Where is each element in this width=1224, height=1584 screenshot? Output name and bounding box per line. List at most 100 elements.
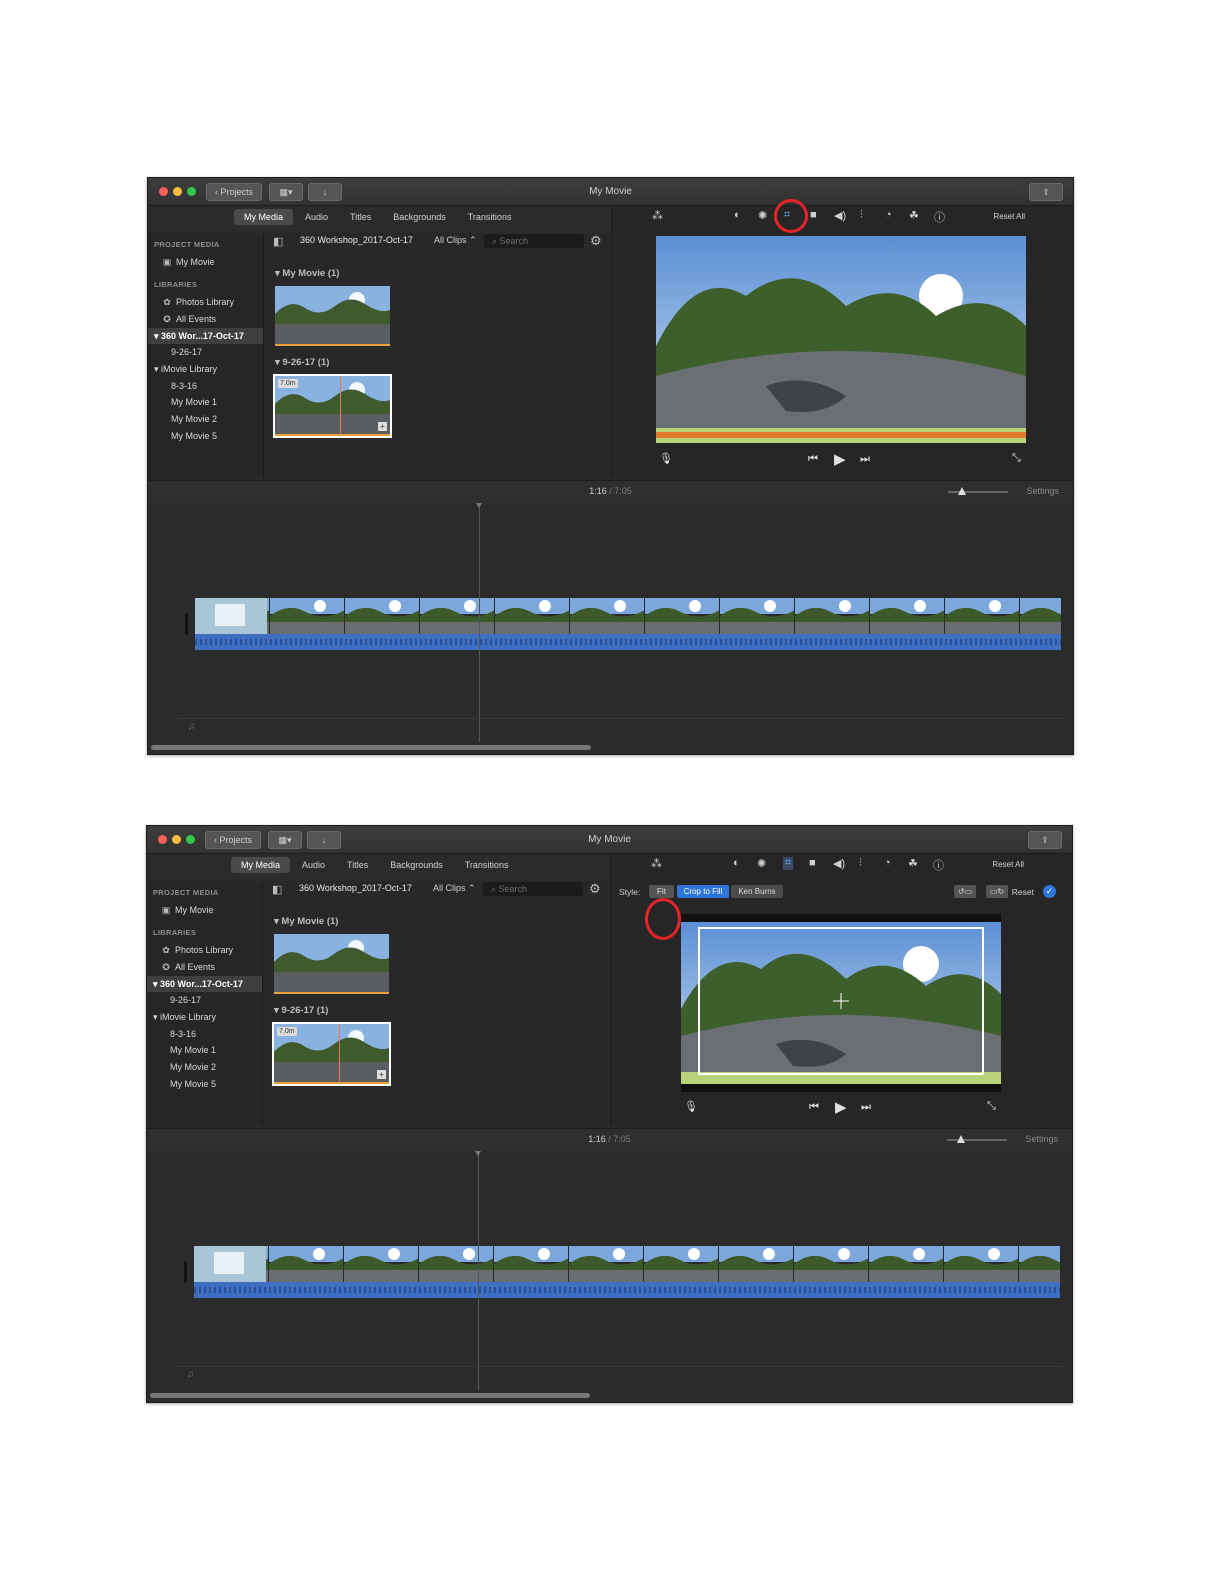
sidebar-item-my-movie[interactable]: ▣ My Movie [162,254,263,270]
clip-filter-icon[interactable]: ☘ [909,209,919,222]
sidebar-item-360-library[interactable]: ▾ 360 Wor...17-Oct-17 [147,976,262,992]
reset-all-button[interactable]: Reset All [992,860,1024,869]
playhead[interactable] [475,1151,481,1390]
skip-forward-icon[interactable]: ⏭ [860,453,870,466]
add-clip-icon[interactable]: + [377,1070,386,1079]
video-preview[interactable] [656,236,1026,443]
sidebar-item-my-movie-1[interactable]: My Movie 1 [171,394,263,410]
playhead[interactable] [476,503,482,742]
crop-style-crop-to-fill-button[interactable]: Crop to Fill [677,885,729,898]
info-icon[interactable]: ⓘ [933,857,944,873]
sidebar-item-my-movie-5[interactable]: My Movie 5 [171,428,263,444]
speed-icon[interactable]: ◔ [885,209,892,221]
clip-filter-icon[interactable]: ☘ [908,857,918,870]
timeline-clip[interactable] [194,1246,1060,1282]
noise-reduction-icon[interactable]: ⫶ [859,857,862,870]
color-correction-icon[interactable]: ✺ [757,857,766,870]
tab-transitions[interactable]: Transitions [455,857,519,873]
settings-button[interactable]: Settings [1025,1134,1058,1144]
magic-wand-icon[interactable]: ⁂ [652,209,663,222]
horizontal-scrollbar[interactable] [151,745,591,750]
sidebar-toggle-icon[interactable]: ◧ [272,883,282,896]
volume-icon[interactable]: ◀) [834,209,846,222]
timeline-clip[interactable] [195,598,1061,634]
timeline[interactable]: ♫ [148,503,1073,754]
crop-style-ken-burns-button[interactable]: Ken Burns [731,885,783,898]
clip-filter-select[interactable]: All Clips ⌃ [433,883,476,894]
gear-icon[interactable]: ⚙ [589,881,601,897]
tab-transitions[interactable]: Transitions [458,209,522,225]
zoom-slider-knob[interactable] [958,487,966,495]
stabilization-icon[interactable]: ■ [809,857,816,869]
gear-icon[interactable]: ⚙ [590,233,602,249]
play-icon[interactable]: ▶ [834,450,846,468]
skip-back-icon[interactable]: ⏮ [809,1101,819,1114]
volume-icon[interactable]: ◀) [833,857,845,870]
sidebar-item-my-movie-1[interactable]: My Movie 1 [170,1042,262,1058]
fullscreen-icon[interactable]: ⤡ [987,1100,996,1113]
speed-icon[interactable]: ◔ [884,857,891,869]
group-header-my-movie[interactable]: ▾ My Movie (1) [274,916,338,927]
clip-thumbnail-9-26-17[interactable]: 7.0m + [272,1022,391,1086]
add-clip-icon[interactable]: + [378,422,387,431]
sidebar-item-all-events[interactable]: ✪ All Events [161,959,262,975]
rotate-left-icon[interactable]: ↺▭ [954,885,976,898]
tab-my-media[interactable]: My Media [231,857,291,873]
search-input[interactable]: ⌕ Search [483,882,583,896]
zoom-slider[interactable] [948,487,1008,495]
play-icon[interactable]: ▶ [835,1098,847,1116]
color-balance-icon[interactable]: ◐ [734,209,741,221]
clip-grip[interactable] [185,613,188,635]
zoom-slider[interactable] [947,1135,1007,1143]
clip-grip[interactable] [184,1261,187,1283]
video-preview[interactable] [681,914,1001,1092]
tab-backgrounds[interactable]: Backgrounds [380,857,453,873]
timeline[interactable]: ♫ [147,1151,1072,1402]
sidebar-item-my-movie-2[interactable]: My Movie 2 [170,1059,262,1075]
horizontal-scrollbar[interactable] [150,1393,590,1398]
sidebar-item-photos-library[interactable]: ✿ Photos Library [161,942,262,958]
skip-forward-icon[interactable]: ⏭ [861,1101,871,1114]
clip-filter-select[interactable]: All Clips ⌃ [434,235,477,246]
clip-thumbnail-9-26-17[interactable]: 7.0m + [273,374,392,438]
tab-audio[interactable]: Audio [295,209,338,225]
noise-reduction-icon[interactable]: ⫶ [860,209,863,222]
search-input[interactable]: ⌕ Search [484,234,584,248]
share-button[interactable]: ⇪ [1028,831,1062,849]
tab-titles[interactable]: Titles [340,209,381,225]
crop-icon[interactable]: ⌗ [783,857,794,870]
sidebar-toggle-icon[interactable]: ◧ [273,235,283,248]
skip-back-icon[interactable]: ⏮ [808,453,818,466]
sidebar-item-8-3-16[interactable]: 8-3-16 [170,1026,262,1042]
zoom-slider-knob[interactable] [957,1135,965,1143]
microphone-icon[interactable]: 🎙︎ [659,452,673,465]
tab-audio[interactable]: Audio [292,857,335,873]
tab-backgrounds[interactable]: Backgrounds [383,209,456,225]
share-button[interactable]: ⇪ [1029,183,1063,201]
sidebar-item-my-movie[interactable]: ▣ My Movie [161,902,262,918]
magic-wand-icon[interactable]: ⁂ [651,857,662,870]
sidebar-item-360-library[interactable]: ▾ 360 Wor...17-Oct-17 [148,328,263,344]
group-header-my-movie[interactable]: ▾ My Movie (1) [275,268,339,279]
sidebar-item-all-events[interactable]: ✪ All Events [162,311,263,327]
microphone-icon[interactable]: 🎙︎ [684,1100,698,1113]
clip-thumbnail-my-movie[interactable] [275,286,390,346]
color-correction-icon[interactable]: ✺ [758,209,767,222]
sidebar-item-9-26-17[interactable]: 9-26-17 [170,992,262,1008]
reset-all-button[interactable]: Reset All [993,212,1025,221]
color-balance-icon[interactable]: ◐ [733,857,740,869]
apply-check-icon[interactable]: ✓ [1043,885,1056,898]
sidebar-item-9-26-17[interactable]: 9-26-17 [171,344,263,360]
fullscreen-icon[interactable]: ⤡ [1012,452,1021,465]
info-icon[interactable]: ⓘ [934,209,945,225]
sidebar-item-8-3-16[interactable]: 8-3-16 [171,378,263,394]
group-header-9-26-17[interactable]: ▾ 9-26-17 (1) [274,1005,328,1016]
settings-button[interactable]: Settings [1026,486,1059,496]
clip-thumbnail-my-movie[interactable] [274,934,389,994]
rotate-right-icon[interactable]: ▭↻ [986,885,1008,898]
sidebar-item-imovie-library[interactable]: ▾ iMovie Library [153,1009,262,1025]
group-header-9-26-17[interactable]: ▾ 9-26-17 (1) [275,357,329,368]
tab-my-media[interactable]: My Media [234,209,294,225]
tab-titles[interactable]: Titles [337,857,378,873]
sidebar-item-imovie-library[interactable]: ▾ iMovie Library [154,361,263,377]
